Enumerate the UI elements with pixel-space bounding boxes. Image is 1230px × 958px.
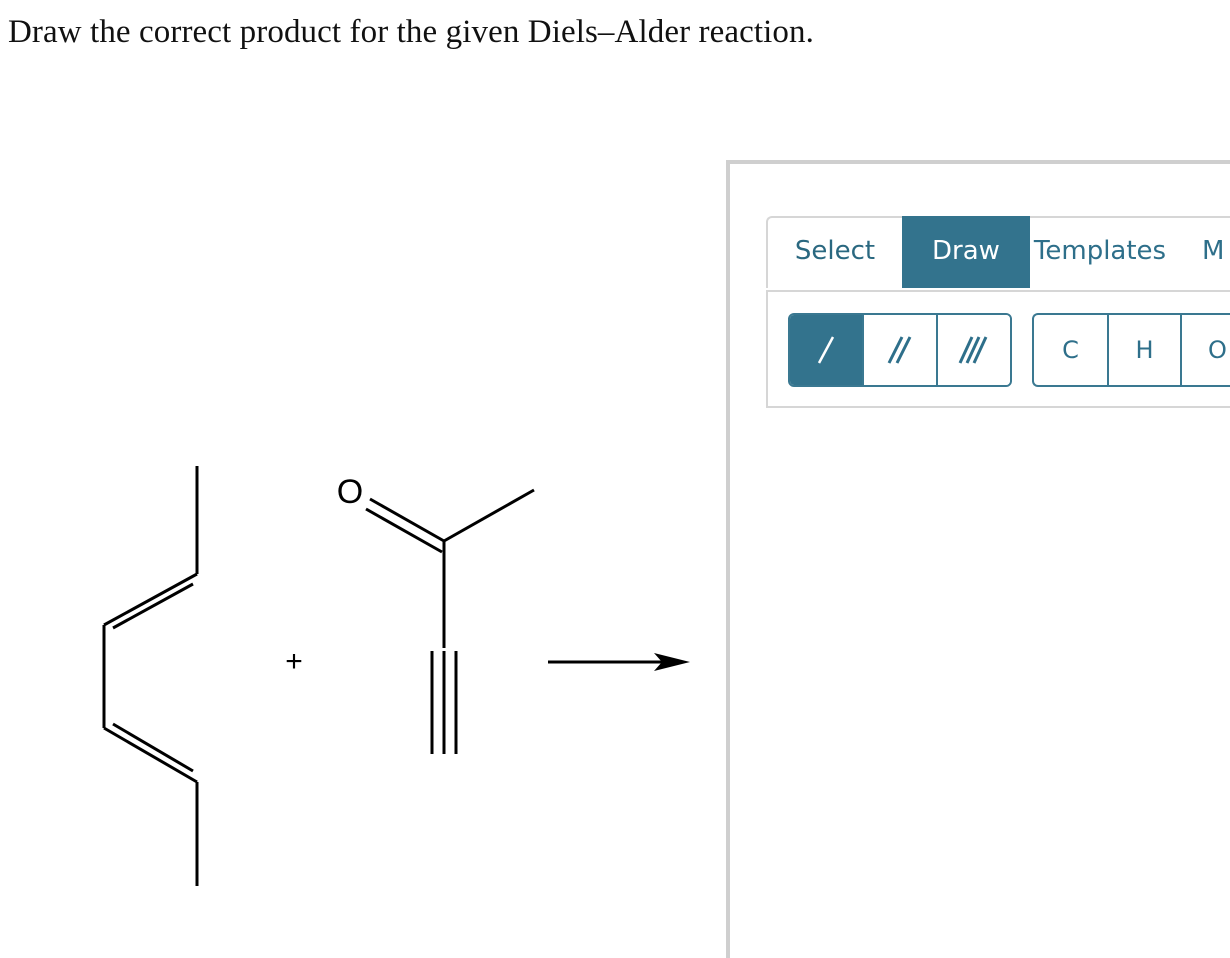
dienophile-bond	[369, 497, 445, 543]
mode-tabs: Select Draw Templates M	[766, 216, 1230, 288]
double-bond-icon	[887, 336, 912, 364]
single-bond-icon	[817, 336, 835, 364]
triple-bond-button[interactable]	[936, 315, 1010, 385]
atom-tool-group: C H O	[1032, 313, 1230, 387]
dienophile-bond	[365, 507, 443, 554]
dienophile-bond	[443, 488, 535, 543]
diene-bond	[112, 582, 194, 630]
tab-draw[interactable]: Draw	[902, 216, 1030, 288]
reaction-scheme: O +	[102, 466, 690, 886]
triple-bond-icon	[958, 336, 988, 364]
bond-tool-group	[788, 313, 1012, 387]
atom-o-button[interactable]: O	[1180, 315, 1230, 385]
plus-sign: +	[285, 645, 303, 678]
double-bond-button[interactable]	[862, 315, 936, 385]
diene-bond	[103, 572, 198, 627]
tab-templates[interactable]: Templates	[1030, 216, 1170, 288]
tab-more[interactable]: M	[1202, 216, 1230, 288]
diene-bond	[103, 726, 198, 784]
diene-bond	[112, 722, 194, 773]
atom-c-button[interactable]: C	[1034, 315, 1107, 385]
oxygen-label: O	[337, 473, 363, 511]
single-bond-button[interactable]	[790, 315, 862, 385]
atom-h-button[interactable]: H	[1107, 315, 1180, 385]
tab-select[interactable]: Select	[768, 216, 902, 288]
